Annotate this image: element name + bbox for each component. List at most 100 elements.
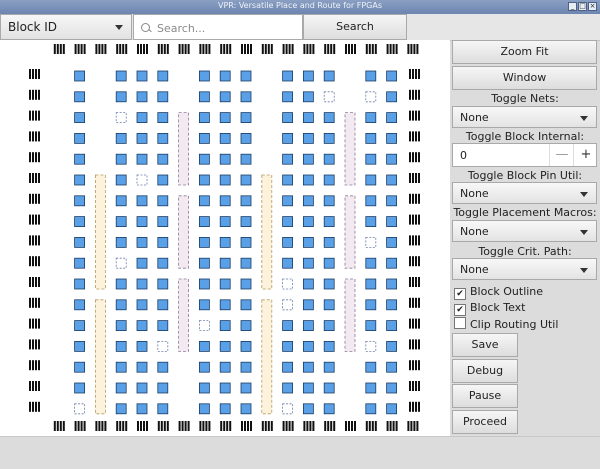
clb-block[interactable] [302, 340, 314, 352]
io-block-bottom[interactable] [282, 421, 294, 431]
io-block-bottom[interactable] [178, 421, 190, 431]
io-block-left[interactable] [29, 339, 40, 350]
clb-block[interactable] [136, 133, 148, 144]
clb-block[interactable] [157, 133, 169, 144]
clb-block[interactable] [282, 340, 294, 352]
clb-block[interactable] [302, 257, 314, 269]
io-block-top[interactable] [324, 44, 336, 54]
io-block-bottom[interactable] [261, 421, 273, 431]
clb-block[interactable] [198, 299, 210, 311]
clb-block[interactable] [302, 236, 314, 248]
clb-block[interactable] [386, 91, 398, 103]
multiplier-block[interactable] [261, 174, 273, 290]
maximize-icon[interactable]: □ [578, 2, 587, 11]
io-block-top[interactable] [386, 44, 398, 54]
io-block-right[interactable] [409, 401, 420, 412]
io-block-top[interactable] [282, 44, 294, 54]
clb-block[interactable] [386, 236, 398, 248]
clb-block[interactable] [302, 382, 314, 394]
io-block-left[interactable] [29, 318, 40, 329]
clb-block[interactable] [282, 174, 294, 186]
search-box[interactable] [133, 14, 303, 40]
clb-block[interactable] [74, 236, 85, 248]
clb-block[interactable] [136, 361, 148, 373]
io-block-bottom[interactable] [365, 421, 377, 431]
clb-block[interactable] [323, 257, 335, 269]
close-icon[interactable]: × [588, 2, 597, 11]
clb-block[interactable] [157, 361, 169, 373]
clb-block[interactable] [157, 112, 169, 123]
debug-button[interactable]: Debug [452, 359, 518, 383]
pause-button[interactable]: Pause [452, 384, 518, 408]
clb-block[interactable] [365, 216, 377, 228]
clb-block[interactable] [240, 195, 252, 207]
io-block-bottom[interactable] [74, 421, 86, 431]
multiplier-block[interactable] [95, 299, 106, 415]
io-block-right[interactable] [409, 256, 420, 267]
clb-block[interactable] [74, 382, 85, 394]
io-block-top[interactable] [365, 44, 377, 54]
clb-block[interactable] [136, 195, 148, 207]
io-block-right[interactable] [409, 110, 420, 121]
io-block-top[interactable] [74, 44, 86, 54]
clb-block[interactable] [240, 70, 252, 82]
clb-block[interactable] [282, 236, 294, 248]
clb-block[interactable] [282, 70, 294, 82]
clb-block[interactable] [115, 361, 127, 373]
clb-block[interactable] [74, 278, 85, 290]
io-block-bottom[interactable] [407, 421, 419, 431]
clb-block[interactable] [323, 403, 335, 415]
clb-block[interactable] [136, 216, 148, 228]
clb-block[interactable] [198, 195, 210, 207]
clb-block[interactable] [115, 216, 127, 228]
clb-block[interactable] [302, 112, 314, 123]
clb-block[interactable] [219, 216, 231, 228]
clb-block[interactable] [302, 91, 314, 103]
clb-block[interactable] [74, 361, 85, 373]
io-block-bottom[interactable] [95, 421, 107, 431]
clb-block[interactable] [115, 340, 127, 352]
clb-block[interactable] [240, 299, 252, 311]
clb-block[interactable] [240, 236, 252, 248]
clb-block[interactable] [74, 133, 85, 144]
clb-block[interactable] [386, 403, 398, 415]
clb-block[interactable] [386, 216, 398, 228]
io-block-top[interactable] [303, 44, 315, 54]
clb-block[interactable] [365, 403, 377, 415]
clb-block[interactable] [282, 153, 294, 165]
memory-block[interactable] [178, 112, 190, 186]
clb-block[interactable] [219, 340, 231, 352]
empty-clb[interactable] [282, 299, 294, 311]
clb-block[interactable] [365, 299, 377, 311]
io-block-top[interactable] [116, 44, 128, 54]
clb-block[interactable] [323, 153, 335, 165]
clb-block[interactable] [365, 174, 377, 186]
block-id-dropdown[interactable]: Block ID [0, 14, 132, 40]
clb-block[interactable] [157, 153, 169, 165]
checkbox-checked-icon[interactable]: ✔ [454, 288, 466, 300]
clb-block[interactable] [386, 70, 398, 82]
io-block-top[interactable] [261, 44, 273, 54]
clb-block[interactable] [136, 278, 148, 290]
clb-block[interactable] [282, 320, 294, 332]
clb-block[interactable] [136, 403, 148, 415]
empty-clb[interactable] [282, 278, 294, 290]
fpga-grid[interactable] [0, 40, 450, 436]
io-block-left[interactable] [29, 110, 40, 121]
io-block-right[interactable] [409, 235, 420, 246]
clb-block[interactable] [323, 112, 335, 123]
clb-block[interactable] [219, 91, 231, 103]
clb-block[interactable] [365, 320, 377, 332]
clb-block[interactable] [365, 133, 377, 144]
io-block-bottom[interactable] [157, 421, 169, 431]
clb-block[interactable] [136, 91, 148, 103]
io-block-right[interactable] [409, 318, 420, 329]
clb-block[interactable] [136, 112, 148, 123]
clb-block[interactable] [157, 174, 169, 186]
toggle-crit-path-dropdown[interactable]: None [452, 258, 597, 280]
clb-block[interactable] [302, 70, 314, 82]
zoom-fit-button[interactable]: Zoom Fit [452, 40, 597, 64]
clb-block[interactable] [219, 361, 231, 373]
clb-block[interactable] [136, 340, 148, 352]
clb-block[interactable] [74, 340, 85, 352]
